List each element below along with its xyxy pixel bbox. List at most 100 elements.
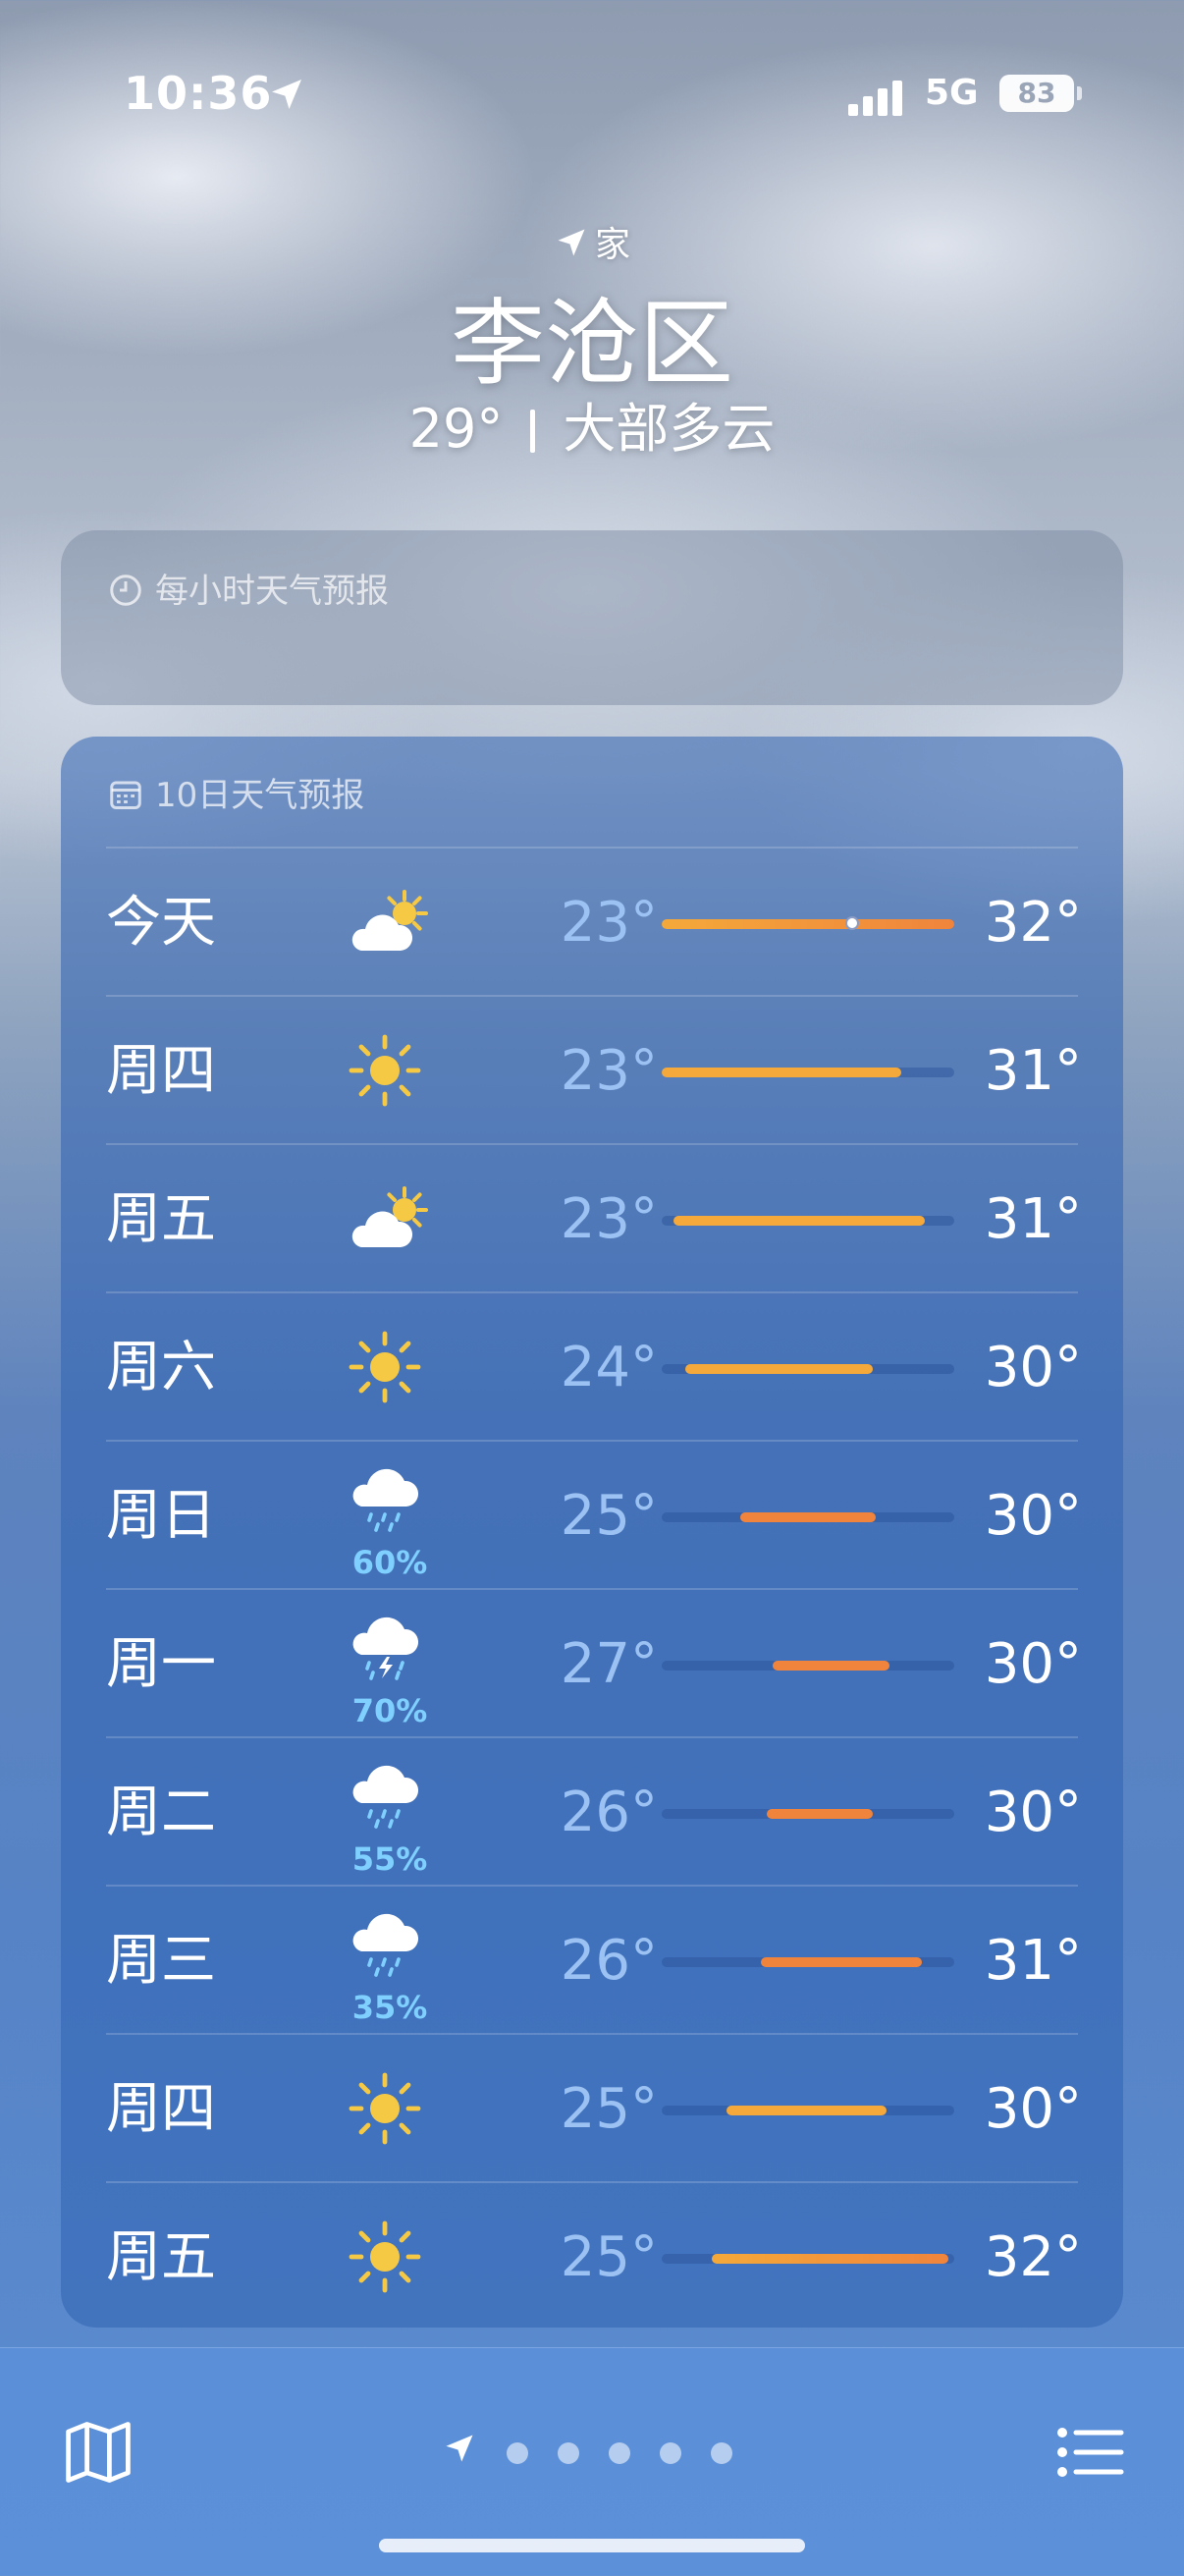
low-temperature: 26° (560, 1781, 658, 1844)
day-label: 周日 (106, 1484, 216, 1548)
page-dot[interactable] (558, 2442, 579, 2464)
hourly-forecast-title: 每小时天气预报 (155, 572, 389, 611)
low-temperature: 23° (560, 1187, 658, 1251)
forecast-row[interactable]: 周三 35% 26° 31° (61, 1887, 1123, 2035)
page-dot[interactable] (507, 2442, 528, 2464)
sun-icon (336, 997, 434, 1145)
temperature-range-fill (662, 919, 954, 929)
forecast-row[interactable]: 周五 23° 31° (61, 1145, 1123, 1293)
current-location-page-icon[interactable] (442, 2431, 477, 2466)
forecast-row[interactable]: 周日 60% 25° 30° (61, 1442, 1123, 1590)
low-temperature: 27° (560, 1632, 658, 1696)
sun-icon (336, 1293, 434, 1442)
current-condition: 大部多云 (563, 398, 776, 460)
rain-cloud-icon: 35% (336, 1887, 434, 2035)
rain-cloud-icon: 60% (336, 1442, 434, 1590)
map-icon[interactable] (61, 2415, 135, 2490)
temperature-range-bar (662, 1809, 954, 1819)
location-tag: 家 (0, 216, 1184, 267)
page-dot[interactable] (711, 2442, 732, 2464)
page-indicator[interactable] (442, 2431, 756, 2470)
day-label: 今天 (106, 891, 216, 955)
temperature-range-fill (673, 1216, 926, 1226)
day-label: 周五 (106, 1187, 216, 1251)
low-temperature: 25° (560, 2077, 658, 2141)
bottom-toolbar (0, 2347, 1184, 2576)
ten-day-forecast-title: 10日天气预报 (155, 776, 365, 815)
status-time: 10:36 (124, 67, 273, 120)
partly-cloudy-day-icon (336, 1145, 434, 1293)
calendar-icon (110, 781, 141, 809)
ten-day-forecast-card[interactable]: 10日天气预报 今天 23° 32° 周四 23° 31° 周五 23° 31° 周六 24° 30°… (61, 737, 1123, 2328)
precipitation-chance: 35% (351, 1989, 428, 2026)
navigation-arrow-icon (558, 229, 585, 256)
day-label: 周一 (106, 1632, 216, 1696)
status-bar: 10:36 5G 83 (0, 63, 1184, 132)
precipitation-chance: 70% (351, 1692, 428, 1729)
battery-icon: 83 (999, 75, 1074, 112)
city-name: 李沧区 (451, 289, 733, 399)
high-temperature: 30° (984, 1632, 1082, 1696)
forecast-row[interactable]: 周一 70% 27° 30° (61, 1590, 1123, 1738)
page-dot[interactable] (609, 2442, 630, 2464)
forecast-row[interactable]: 周四 25° 30° (61, 2035, 1123, 2183)
clock-icon (110, 575, 141, 606)
low-temperature: 26° (560, 1929, 658, 1993)
temperature-range-bar (662, 1364, 954, 1374)
forecast-row[interactable]: 今天 23° 32° (61, 849, 1123, 997)
temperature-range-bar (662, 1957, 954, 1967)
hourly-scroll-peek[interactable]: ‾‾‾‾‾‾‾‾‾‾‾‾ (61, 638, 1123, 658)
location-tag-label: 家 (594, 225, 630, 265)
forecast-row[interactable]: 周二 55% 26° 30° (61, 1738, 1123, 1887)
low-temperature: 23° (560, 891, 658, 955)
temperature-range-fill (740, 1512, 876, 1522)
page-dot[interactable] (660, 2442, 681, 2464)
low-temperature: 23° (560, 1039, 658, 1103)
precipitation-chance: 55% (351, 1840, 428, 1878)
high-temperature: 30° (984, 1781, 1082, 1844)
current-temperature-marker (844, 916, 859, 930)
high-temperature: 31° (984, 1187, 1082, 1251)
sun-icon (336, 2035, 434, 2183)
high-temperature: 32° (984, 891, 1082, 955)
hourly-forecast-card[interactable]: 每小时天气预报 ‾‾‾‾‾‾‾‾‾‾‾‾ (61, 530, 1123, 705)
day-label: 周五 (106, 2225, 216, 2289)
temperature-range-fill (662, 1068, 902, 1077)
temperature-range-bar (662, 2254, 954, 2264)
current-summary: 29° 大部多云 (0, 385, 1184, 463)
temperature-range-fill (773, 1661, 890, 1671)
low-temperature: 25° (560, 2225, 658, 2289)
hourly-forecast-header: 每小时天气预报 (108, 564, 389, 612)
low-temperature: 25° (560, 1484, 658, 1548)
high-temperature: 32° (984, 2225, 1082, 2289)
cellular-signal-icon (848, 81, 902, 116)
temperature-range-bar (662, 1068, 954, 1077)
temperature-range-fill (684, 1364, 873, 1374)
home-indicator[interactable] (379, 2539, 805, 2552)
temperature-range-fill (761, 1957, 923, 1967)
ten-day-forecast-header: 10日天气预报 (108, 768, 364, 816)
list-icon[interactable] (1050, 2413, 1129, 2492)
current-temperature: 29° (408, 398, 504, 460)
sun-icon (336, 2183, 434, 2328)
precipitation-chance: 60% (351, 1544, 428, 1581)
temperature-range-fill (711, 2254, 949, 2264)
battery-cap (1077, 86, 1082, 100)
day-label: 周四 (106, 1039, 216, 1103)
high-temperature: 30° (984, 1336, 1082, 1399)
forecast-row[interactable]: 周六 24° 30° (61, 1293, 1123, 1442)
temperature-range-fill (767, 1809, 873, 1819)
day-label: 周三 (106, 1929, 216, 1993)
temperature-range-fill (726, 2106, 888, 2115)
location-services-icon (272, 80, 301, 109)
forecast-row[interactable]: 周五 25° 32° (61, 2183, 1123, 2328)
network-type: 5G (925, 73, 979, 113)
low-temperature: 24° (560, 1336, 658, 1399)
high-temperature: 30° (984, 1484, 1082, 1548)
high-temperature: 31° (984, 1929, 1082, 1993)
high-temperature: 30° (984, 2077, 1082, 2141)
temperature-range-bar (662, 1661, 954, 1671)
forecast-row[interactable]: 周四 23° 31° (61, 997, 1123, 1145)
temperature-range-bar (662, 916, 954, 930)
temperature-range-bar (662, 1216, 954, 1226)
